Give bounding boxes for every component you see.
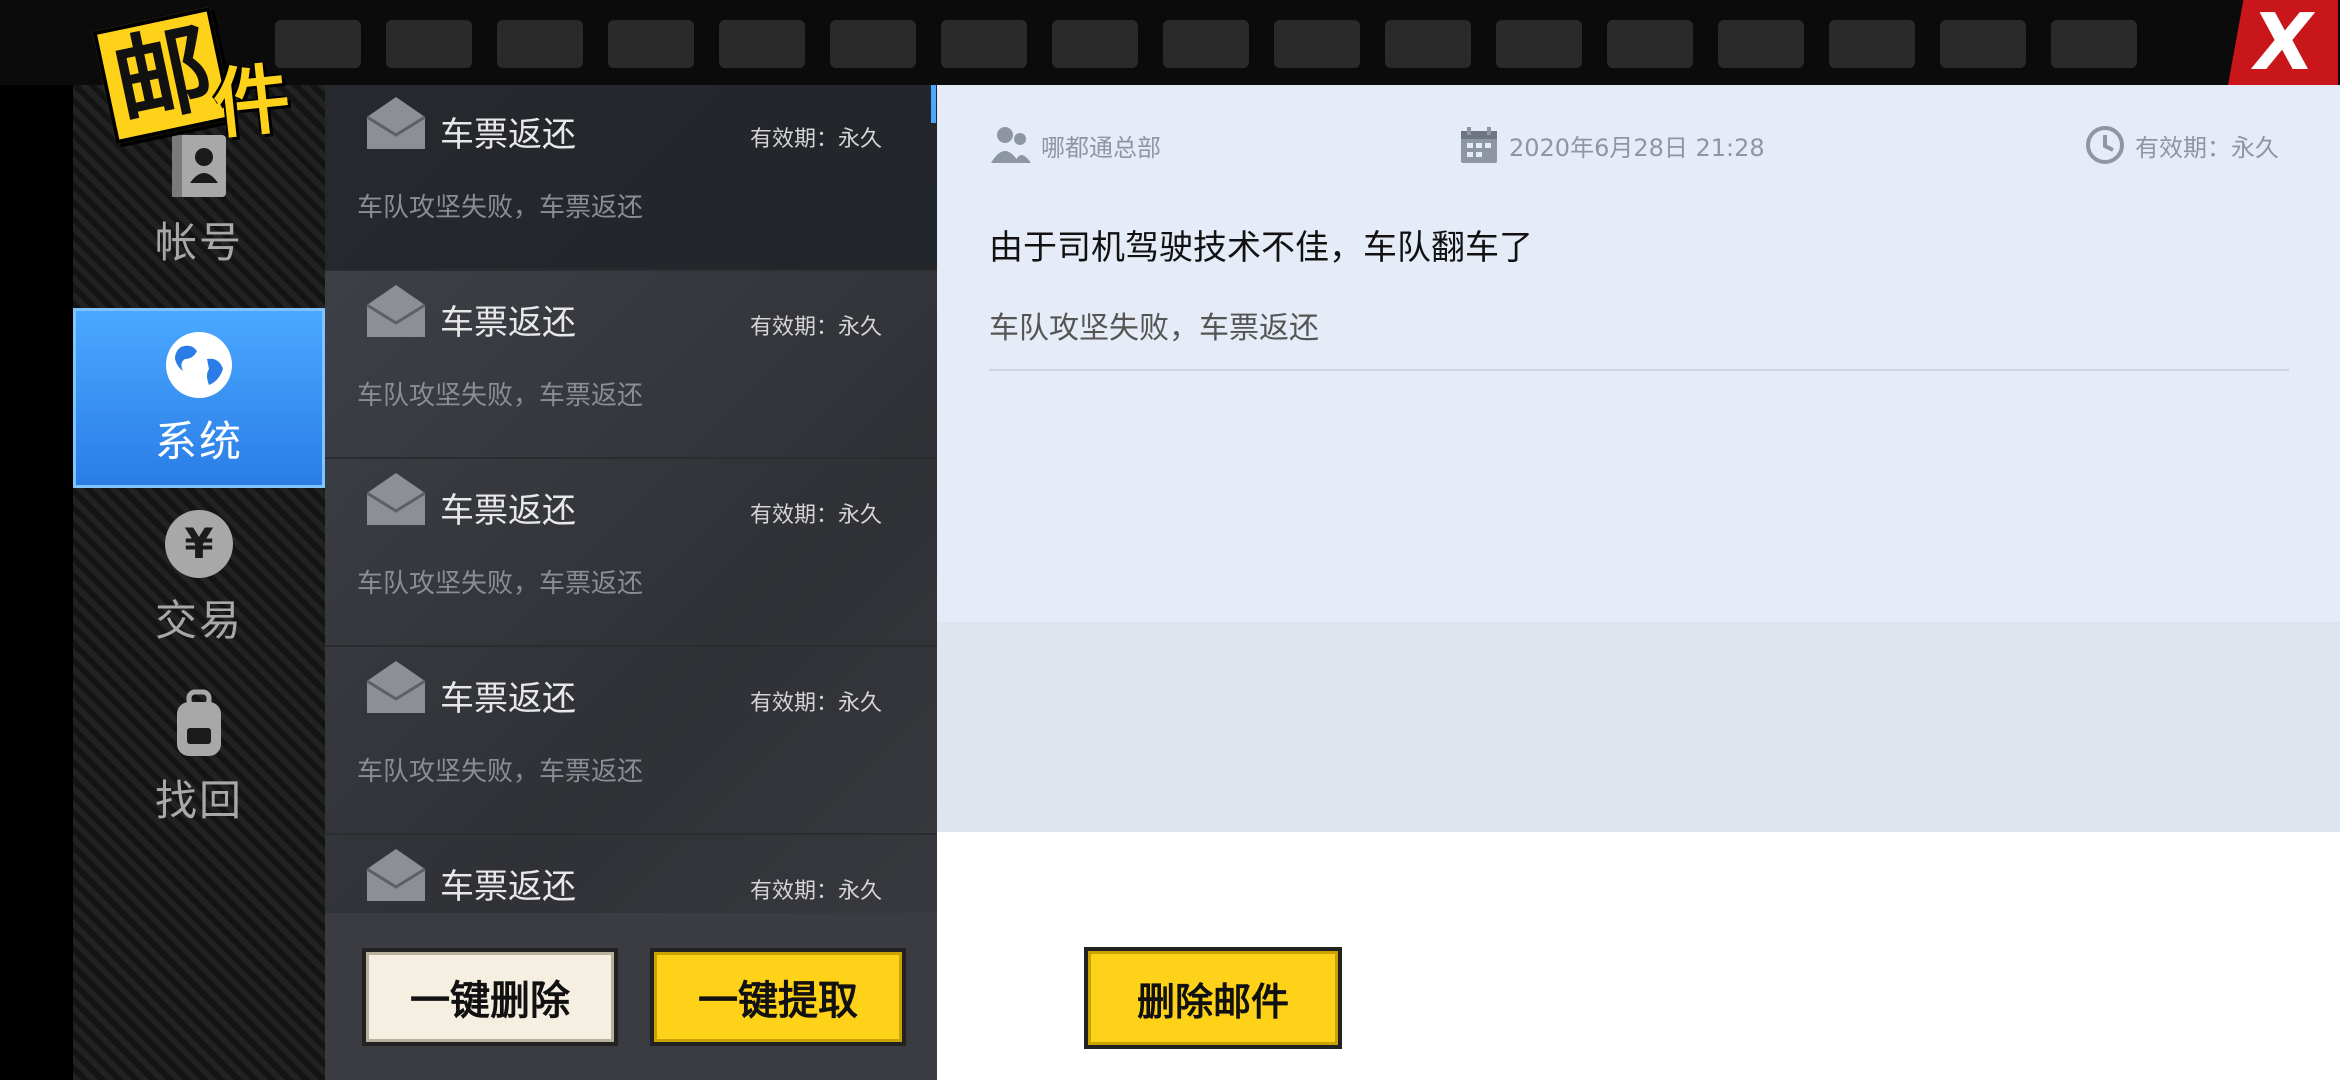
film-hole [1496, 20, 1582, 68]
sender-name: 哪都通总部 [1041, 133, 1161, 162]
date-meta: 2020年6月28日 21:28 [1457, 123, 1765, 167]
mail-detail-content: 哪都通总部 2020年6月28日 21:28 有效期：永久 由于司机驾驶技术不佳… [937, 85, 2340, 917]
close-button[interactable]: X [2228, 0, 2338, 85]
envelope-icon [365, 95, 427, 151]
globe-icon [162, 328, 236, 402]
film-hole [1829, 20, 1915, 68]
film-hole [1607, 20, 1693, 68]
detail-shade-band [937, 622, 2340, 832]
film-hole [1274, 20, 1360, 68]
mail-title-badge: 邮 件 [92, 6, 330, 150]
close-icon: X [2246, 0, 2320, 88]
mail-list-item[interactable]: 车票返还 有效期：永久 车队攻坚失败，车票返还 [325, 461, 937, 647]
mail-title: 车票返还 [440, 303, 576, 343]
mail-list-item[interactable]: 车票返还 有效期：永久 车队攻坚失败，车票返还 [325, 85, 937, 271]
envelope-icon [365, 283, 427, 339]
mail-expiry: 有效期：永久 [749, 315, 882, 340]
mail-expiry: 有效期：永久 [749, 503, 882, 528]
delete-mail-button[interactable]: 删除邮件 [1084, 947, 1342, 1049]
sidebar-item-system[interactable]: 系统 [73, 308, 325, 488]
film-hole [941, 20, 1027, 68]
clock-icon [2083, 123, 2127, 167]
expiry-meta: 有效期：永久 [2083, 123, 2279, 167]
mail-title: 车票返还 [440, 115, 576, 155]
envelope-icon [365, 659, 427, 715]
film-hole [386, 20, 472, 68]
yen-icon: ¥ [162, 507, 236, 581]
mail-summary: 车队攻坚失败，车票返还 [357, 193, 644, 223]
film-hole [719, 20, 805, 68]
mail-expiry: 有效期：永久 [749, 879, 882, 904]
sidebar-item-account-label: 帐号 [154, 217, 243, 267]
mail-summary: 车队攻坚失败，车票返还 [357, 757, 644, 787]
sidebar-item-recover-label: 找回 [154, 775, 243, 825]
mail-title: 车票返还 [440, 867, 576, 907]
backpack-icon [162, 687, 236, 761]
people-icon [989, 123, 1033, 167]
delete-all-button[interactable]: 一键删除 [362, 948, 618, 1046]
mail-list-scrollbar[interactable] [931, 85, 936, 123]
film-hole [1385, 20, 1471, 68]
sidebar-item-recover[interactable]: 找回 [73, 668, 325, 846]
top-film-strip [0, 0, 2340, 85]
film-hole [2051, 20, 2137, 68]
mail-expiry: 有效期：永久 [749, 691, 882, 716]
film-hole [1718, 20, 1804, 68]
title-char-2: 件 [209, 53, 295, 150]
category-sidebar: 帐号 系统 ¥ 交易 找回 [73, 85, 325, 1080]
title-char-1: 邮 [104, 11, 222, 141]
mail-date: 2020年6月28日 21:28 [1509, 133, 1765, 162]
mail-title: 车票返还 [440, 679, 576, 719]
film-hole [608, 20, 694, 68]
film-hole [497, 20, 583, 68]
claim-all-button[interactable]: 一键提取 [650, 948, 906, 1046]
sidebar-item-trade-label: 交易 [154, 595, 243, 645]
sidebar-item-system-label: 系统 [154, 416, 243, 466]
sidebar-item-trade[interactable]: ¥ 交易 [73, 488, 325, 666]
mail-heading: 由于司机驾驶技术不佳，车队翻车了 [989, 228, 1533, 268]
mail-expiry-detail: 有效期：永久 [2135, 133, 2279, 162]
film-hole [1052, 20, 1138, 68]
svg-text:¥: ¥ [184, 519, 213, 568]
mail-list-item[interactable]: 车票返还 有效期：永久 车队攻坚失败，车票返还 [325, 649, 937, 835]
mail-title: 车票返还 [440, 491, 576, 531]
mail-list-item[interactable]: 车票返还 有效期：永久 车队攻坚失败，车票返还 [325, 273, 937, 459]
film-hole [1940, 20, 2026, 68]
mail-body: 车队攻坚失败，车票返还 [989, 311, 1319, 346]
mail-list: 车票返还 有效期：永久 车队攻坚失败，车票返还 车票返还 有效期：永久 车队攻坚… [325, 85, 937, 1080]
envelope-icon [365, 471, 427, 527]
film-hole [830, 20, 916, 68]
film-hole [1163, 20, 1249, 68]
mail-summary: 车队攻坚失败，车票返还 [357, 569, 644, 599]
sender-meta: 哪都通总部 [989, 123, 1161, 167]
mail-expiry: 有效期：永久 [749, 127, 882, 152]
mail-summary: 车队攻坚失败，车票返还 [357, 381, 644, 411]
detail-divider [989, 369, 2289, 371]
calendar-icon [1457, 123, 1501, 167]
envelope-icon [365, 847, 427, 903]
